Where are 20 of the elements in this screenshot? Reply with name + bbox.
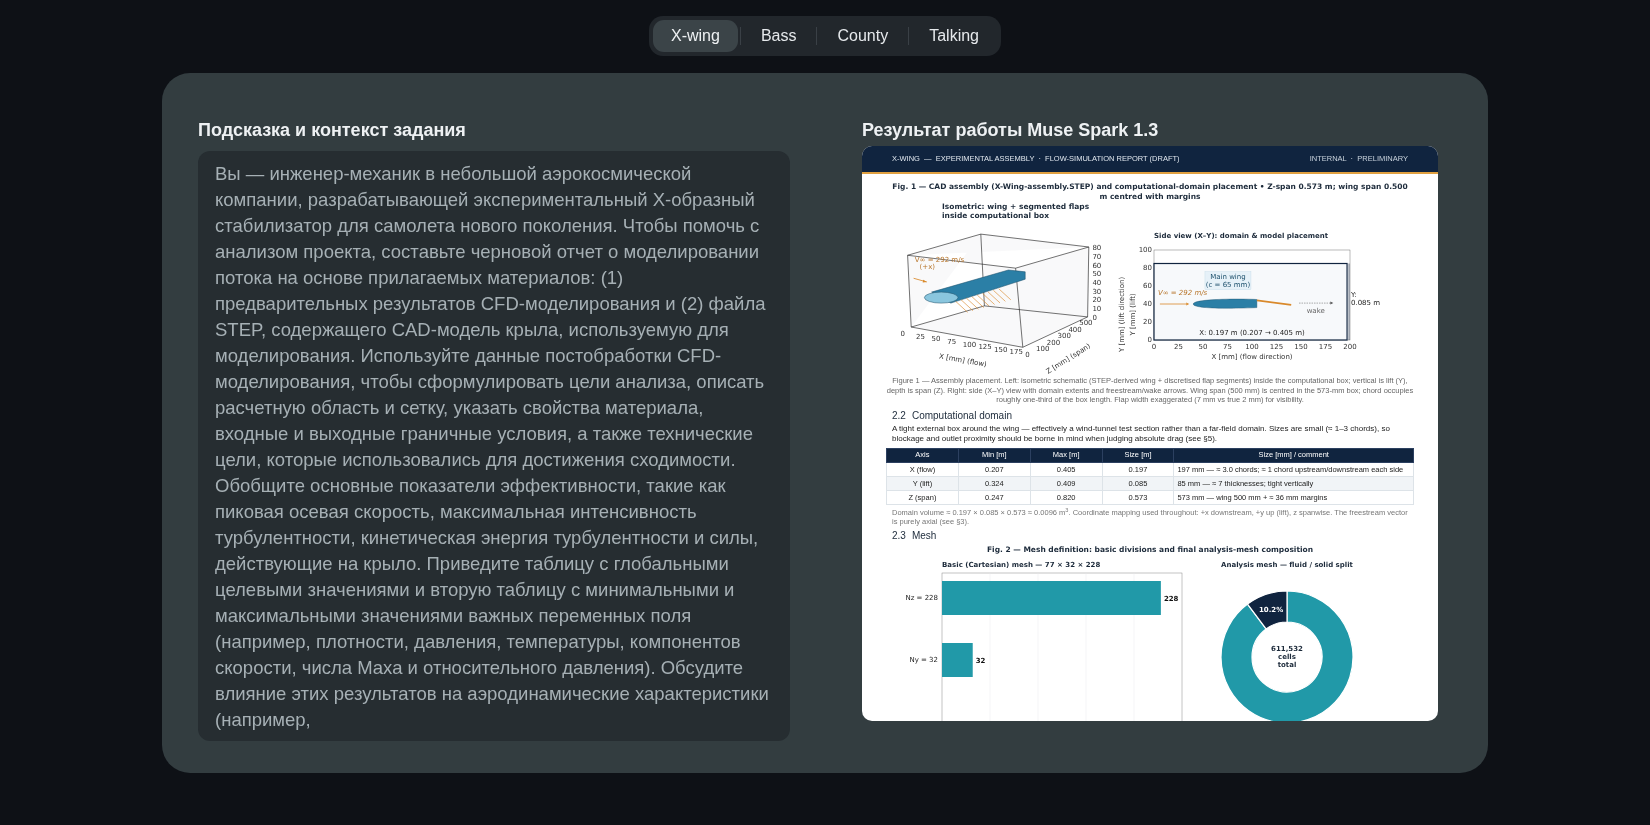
prompt-text: Вы — инженер-механик в небольшой аэрокосмической компании, разрабатывающей экспериментальный X-образный стабилизатор для самолета нового поколения. Чтобы помочь с анализом проекта, составьте черновой отчет о моделировании потока на основе прилагаемых материалов: (1) предварительных результатов CFD-моделирования и (2) файла STEP, содержащего CAD-модель крыла, используемую для моделирования. Используйте данные постобработки CFD-моделирования, чтобы сформулировать цели анализа, описать расчетную область и сетку, указать свойства материала, входные и выходные граничные условия, а также технические цели, которые использовались для достижения сходимости. Обобщите основные показатели эффективности, такие как пиковая осевая скорость, максимальная интенсивность турбулентности, кинетическая энергия турбулентности и силы, действующие на крыло. Приведите таблицу с глобальными целевыми значениями и вторую таблицу с минимальными и максимальными значениями важных переменных поля (например, плотности, давления, температуры, компонентов скорости, числа Маха и относительного давления). Обсудите влияние этих результатов на аэродинамические характеристики (например, bbox=[215, 162, 770, 732]
section-title: Mesh bbox=[911, 529, 937, 542]
section-heading: Подсказка и контекст задания bbox=[198, 119, 467, 142]
wake-arrow bbox=[1298, 301, 1334, 305]
flow-arrow bbox=[913, 277, 928, 283]
tab[interactable]: Bass bbox=[742, 20, 815, 52]
section-number: 2.2 bbox=[892, 409, 906, 422]
flow-arrow bbox=[1159, 302, 1190, 306]
flap-line bbox=[1256, 299, 1292, 306]
tab[interactable]: County bbox=[819, 20, 907, 52]
section-heading: Результат работы Muse Spark 1.3 bbox=[862, 119, 1160, 142]
tab[interactable]: X-wing bbox=[653, 20, 738, 52]
section-title: Computational domain bbox=[911, 409, 1012, 422]
bar bbox=[942, 642, 973, 677]
wing-profile bbox=[1193, 298, 1258, 309]
label-box bbox=[1204, 271, 1252, 290]
flap-drawing bbox=[955, 288, 1012, 313]
section-number: 2.3 bbox=[892, 529, 906, 542]
paragraph: A tight external box around the wing — effectively a wind-tunnel test section rather than a far-field domain. Sizes are small (≈ 1–3 chords), so blockage and outlet proximity should be borne in mind when judging absolute drag (see §5). bbox=[891, 423, 1391, 445]
tab[interactable]: Talking bbox=[911, 20, 997, 52]
